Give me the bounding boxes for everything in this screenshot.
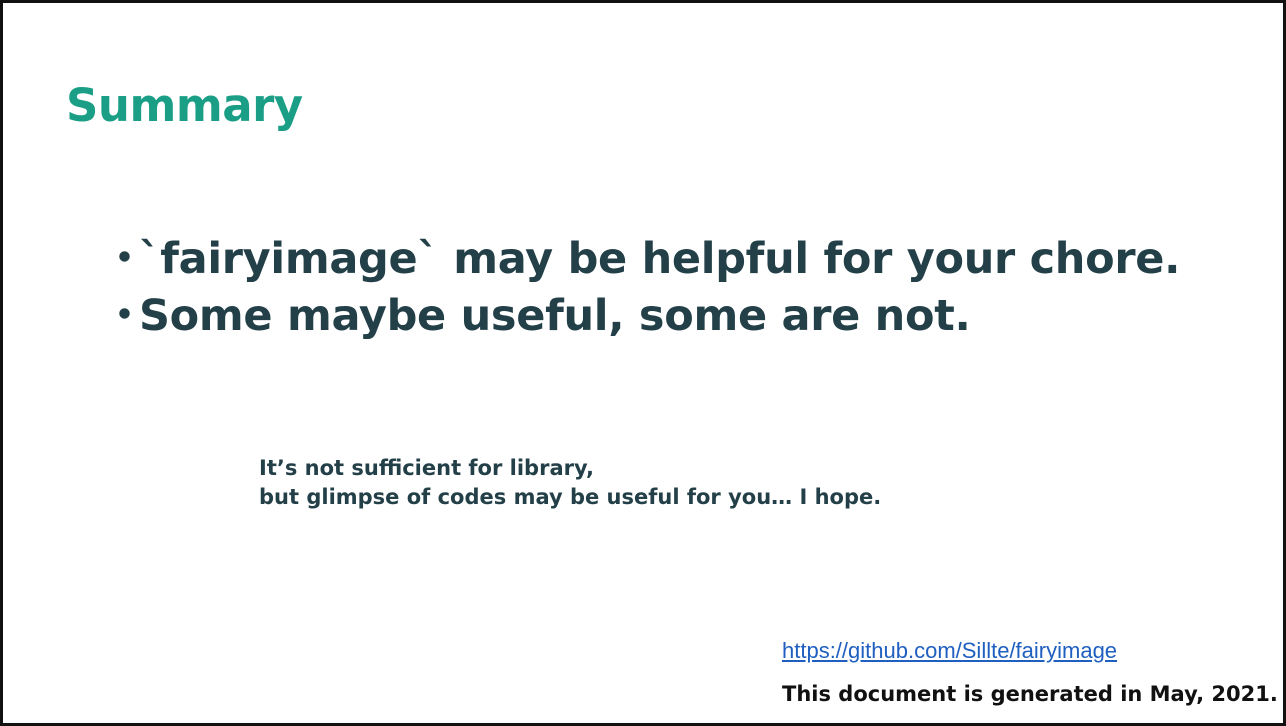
summary-note: It’s not sufficient for library, but gli… — [259, 454, 1019, 512]
bullet-text: Some maybe useful, some are not. — [139, 291, 971, 341]
presentation-slide: Summary ・`fairyimage` may be helpful for… — [0, 0, 1286, 726]
bullet-text: `fairyimage` may be helpful for your cho… — [139, 234, 1181, 284]
bullet-marker: ・ — [103, 291, 146, 341]
summary-bullet-2: ・Some maybe useful, some are not. — [103, 288, 1253, 345]
slide-title: Summary — [66, 79, 303, 132]
bullet-marker: ・ — [103, 234, 146, 284]
summary-bullet-list: ・`fairyimage` may be helpful for your ch… — [103, 231, 1253, 345]
document-generated-note: This document is generated in May, 2021. — [782, 682, 1278, 706]
note-line-1: It’s not sufficient for library, — [259, 456, 595, 480]
note-line-2: but glimpse of codes may be useful for y… — [259, 485, 882, 509]
github-repository-link[interactable]: https://github.com/Sillte/fairyimage — [782, 637, 1117, 665]
summary-bullet-1: ・`fairyimage` may be helpful for your ch… — [103, 231, 1253, 288]
